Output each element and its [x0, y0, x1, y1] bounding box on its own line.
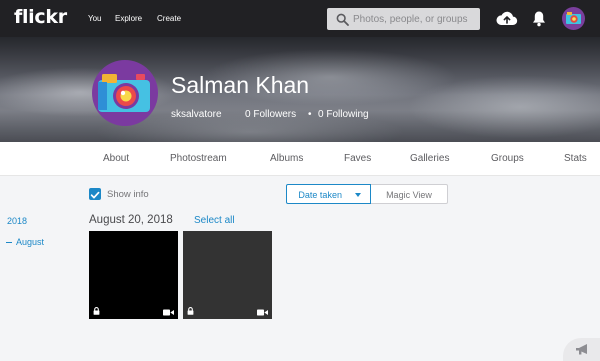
- tab-photostream[interactable]: Photostream: [170, 153, 227, 164]
- lock-icon: [187, 307, 194, 315]
- date-taken-label: Date taken: [298, 190, 342, 200]
- photo-thumbnail[interactable]: [183, 231, 272, 319]
- date-heading: August 20, 2018: [89, 214, 173, 226]
- timeline-year[interactable]: 2018: [7, 216, 27, 226]
- megaphone-icon: [576, 344, 587, 355]
- followers-link[interactable]: 0 Followers: [245, 109, 296, 120]
- profile-tabs: About Photostream Albums Faves Galleries…: [0, 142, 600, 176]
- video-icon: [163, 309, 174, 316]
- flickr-logo[interactable]: flickr: [14, 6, 67, 28]
- tab-galleries[interactable]: Galleries: [410, 153, 449, 164]
- upload-cloud-icon[interactable]: [496, 10, 518, 27]
- checkmark-icon: [90, 191, 100, 199]
- profile-name: Salman Khan: [171, 72, 310, 98]
- timeline-month-label: August: [16, 237, 45, 247]
- camera-avatar-icon: [98, 74, 150, 112]
- feedback-button[interactable]: [563, 338, 600, 361]
- profile-username: sksalvatore: [171, 109, 222, 120]
- tab-faves[interactable]: Faves: [344, 153, 371, 164]
- video-icon: [257, 309, 268, 316]
- search-icon[interactable]: [336, 13, 349, 26]
- notifications-bell-icon[interactable]: [532, 10, 546, 27]
- nav-explore[interactable]: Explore: [115, 14, 142, 23]
- tab-groups[interactable]: Groups: [491, 153, 524, 164]
- timeline-marker: [6, 242, 12, 244]
- timeline-month[interactable]: August: [6, 237, 44, 247]
- magic-view-label: Magic View: [386, 190, 432, 200]
- date-taken-dropdown[interactable]: Date taken: [286, 184, 371, 204]
- search-box: [327, 8, 480, 30]
- nav-you[interactable]: You: [88, 14, 102, 23]
- tab-about[interactable]: About: [103, 153, 129, 164]
- camera-avatar-icon: [566, 12, 581, 24]
- top-navigation-bar: flickr You Explore Create: [0, 0, 600, 37]
- photo-thumbnail[interactable]: [89, 231, 178, 319]
- caret-down-icon: [355, 193, 361, 197]
- meta-separator: •: [308, 109, 312, 120]
- profile-avatar[interactable]: [92, 60, 158, 126]
- select-all-link[interactable]: Select all: [194, 215, 235, 226]
- search-input[interactable]: [353, 8, 478, 30]
- following-link[interactable]: 0 Following: [318, 109, 369, 120]
- tab-stats[interactable]: Stats: [564, 153, 587, 164]
- lock-icon: [93, 307, 100, 315]
- show-info-label[interactable]: Show info: [107, 189, 149, 200]
- show-info-checkbox[interactable]: [89, 188, 101, 200]
- nav-create[interactable]: Create: [157, 14, 181, 23]
- magic-view-button[interactable]: Magic View: [371, 184, 448, 204]
- account-avatar[interactable]: [562, 7, 585, 30]
- tab-albums[interactable]: Albums: [270, 153, 303, 164]
